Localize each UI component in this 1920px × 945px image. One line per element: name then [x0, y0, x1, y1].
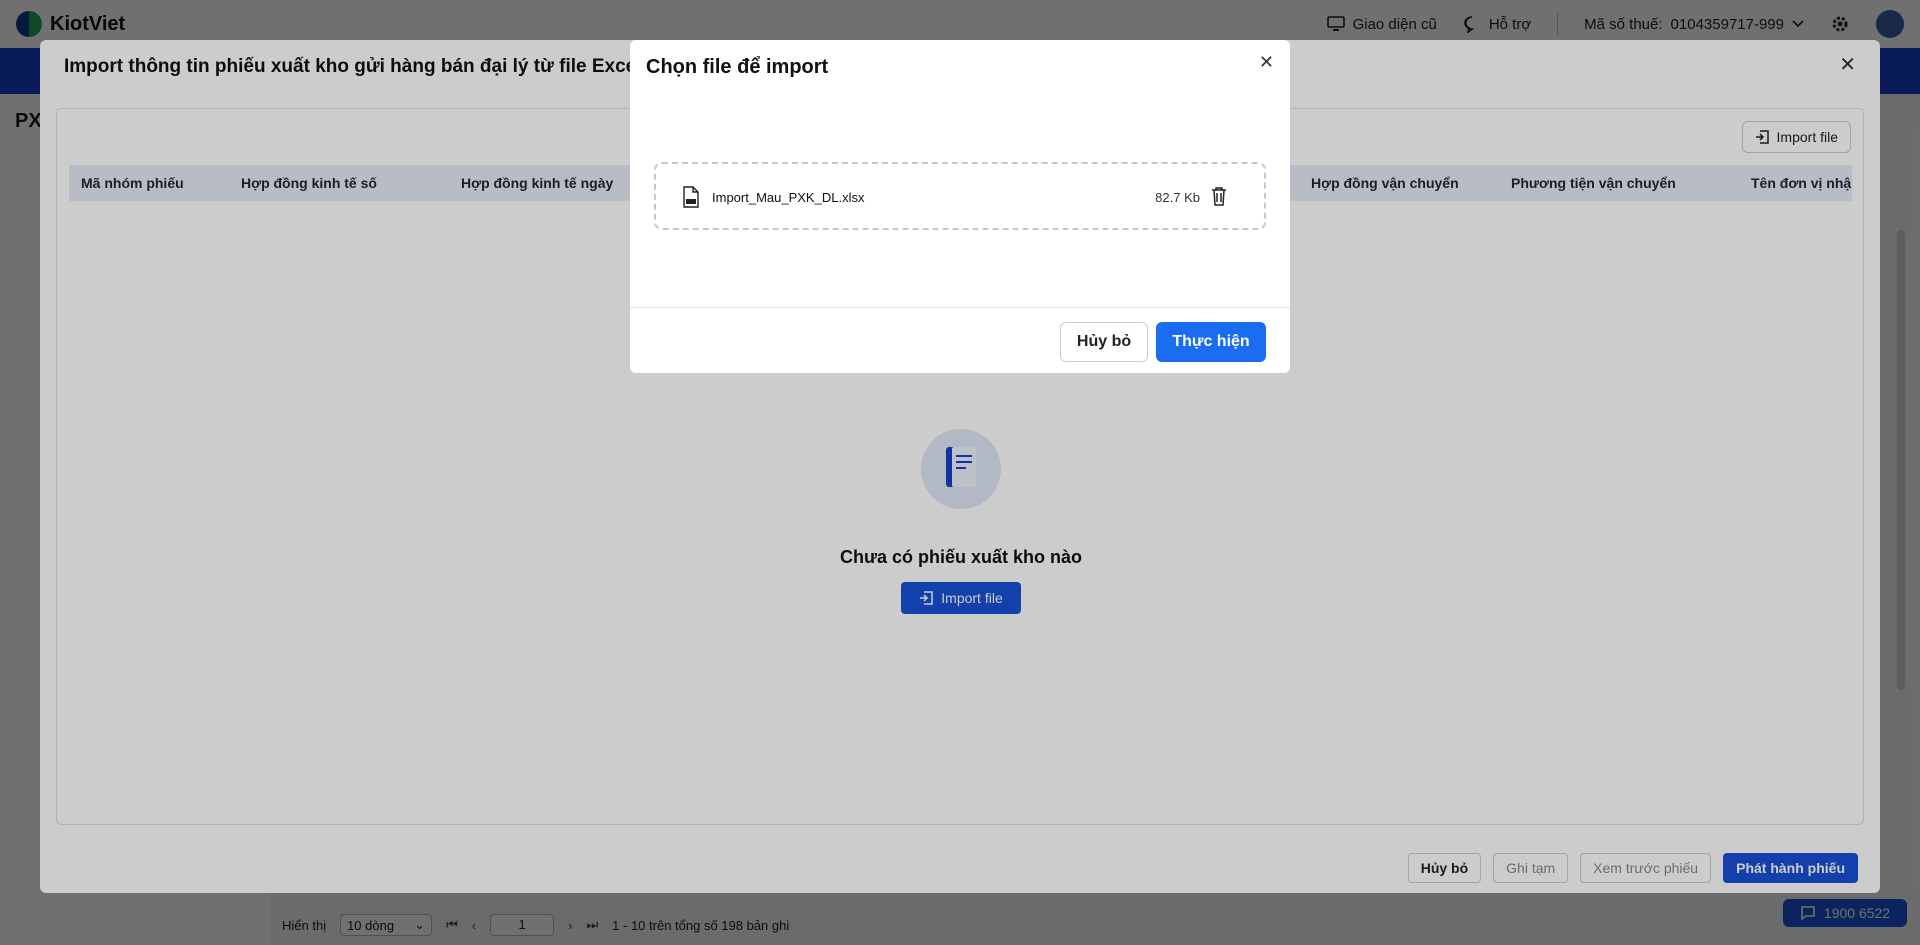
close-icon[interactable]: ✕	[1259, 52, 1274, 73]
confirm-button[interactable]: Thực hiện	[1156, 322, 1266, 362]
cancel-button[interactable]: Hủy bỏ	[1060, 322, 1148, 362]
file-modal-title: Chọn file để import	[646, 56, 829, 78]
file-drop-zone[interactable]: Import_Mau_PXK_DL.xlsx 82.7 Kb	[654, 162, 1266, 230]
file-name: Import_Mau_PXK_DL.xlsx	[712, 190, 865, 205]
choose-file-modal: Chọn file để import ✕ Import_Mau_PXK_DL.…	[630, 40, 1290, 373]
file-icon	[683, 186, 699, 208]
file-size: 82.7 Kb	[1155, 190, 1200, 205]
file-modal-divider	[630, 307, 1290, 308]
trash-icon[interactable]	[1210, 186, 1228, 206]
